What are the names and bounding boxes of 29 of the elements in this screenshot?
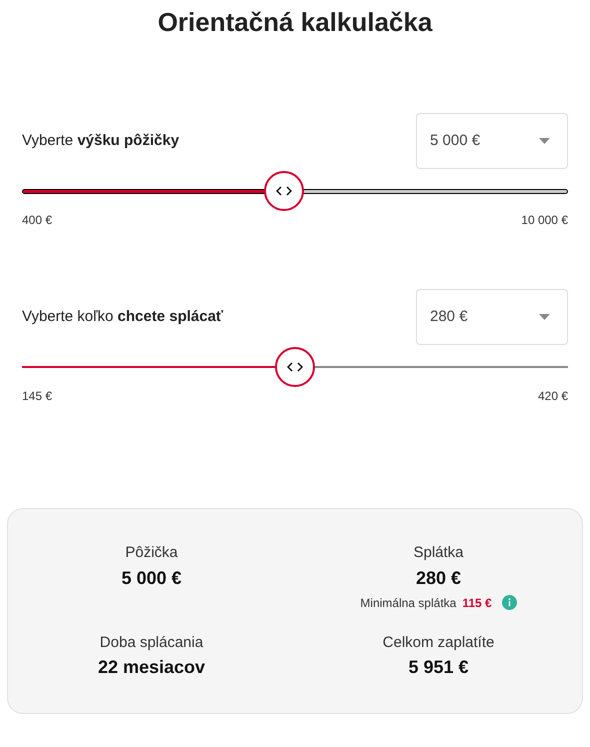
slider-handle[interactable] bbox=[275, 347, 315, 387]
value-dropdown[interactable]: 5 000 € bbox=[416, 113, 568, 169]
summary-value: 22 mesiacov bbox=[98, 656, 206, 679]
slider-handle[interactable] bbox=[264, 171, 304, 211]
slider-label: Vyberte výšku pôžičky bbox=[22, 130, 180, 151]
slider-label: Vyberte koľko chcete splácať bbox=[22, 306, 224, 327]
summary-label: Pôžička bbox=[125, 543, 178, 563]
summary-value: 5 951 € bbox=[408, 656, 469, 679]
minimum-payment-value: 115 € bbox=[462, 594, 492, 612]
min-label: 400 € bbox=[22, 212, 52, 229]
summary-value: 280 € bbox=[416, 566, 462, 590]
caret-icon bbox=[539, 138, 550, 144]
minimum-payment-label: Minimálna splátka bbox=[360, 594, 456, 612]
slider[interactable] bbox=[22, 171, 568, 211]
page-title: Orientačná kalkulačka bbox=[156, 6, 434, 39]
max-label: 420 € bbox=[538, 388, 568, 405]
chevrons-icon bbox=[287, 362, 303, 372]
info-icon[interactable] bbox=[502, 595, 517, 610]
max-label: 10 000 € bbox=[521, 212, 568, 229]
summary-label: Doba splácania bbox=[100, 632, 204, 652]
slider-track[interactable] bbox=[22, 188, 568, 194]
summary-value: 5 000 € bbox=[121, 566, 182, 590]
value-dropdown[interactable]: 280 € bbox=[416, 289, 568, 345]
slider[interactable] bbox=[22, 347, 568, 387]
min-label: 145 € bbox=[22, 388, 52, 405]
caret-icon bbox=[539, 314, 550, 320]
summary-label: Splátka bbox=[413, 543, 464, 563]
summary-label: Celkom zaplatíte bbox=[382, 632, 494, 652]
chevrons-icon bbox=[276, 186, 292, 196]
